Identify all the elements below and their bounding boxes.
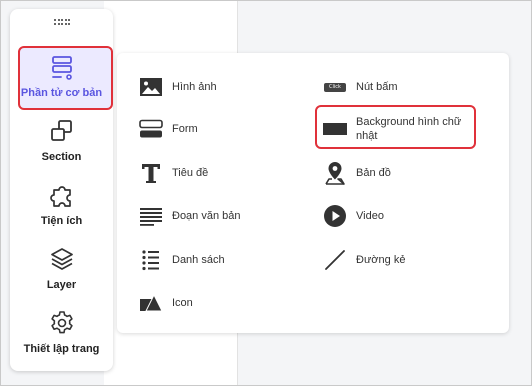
element-label: Đoạn văn bản [172,210,241,222]
basic-elements-icon [51,56,72,80]
element-label: Background hình chữ nhật [356,116,462,142]
element-label: Tiêu đề [172,167,209,179]
sidebar-item-basic-elements[interactable]: Phần tử cơ bản [10,53,113,99]
video-play-icon [323,204,347,228]
sidebar-item-layer[interactable]: Layer [10,245,113,291]
sidebar-item-page-settings[interactable]: Thiết lập trang [10,309,113,355]
element-divider-line[interactable]: Đường kẻ [323,248,405,272]
element-map[interactable]: Bản đồ [323,161,391,185]
title-icon [139,161,163,185]
gear-icon [50,311,73,334]
sidebar: Phần tử cơ bản Section Tiện ích Layer Th… [10,9,113,371]
shapes-icon [139,291,163,315]
image-icon [139,75,163,99]
element-image[interactable]: Hình ảnh [139,75,217,99]
sidebar-item-label: Tiện ích [40,215,83,227]
sidebar-item-label: Thiết lập trang [23,343,100,355]
map-pin-icon [323,161,347,185]
line-icon [323,248,347,272]
element-label: Icon [172,297,193,309]
layers-icon [50,248,73,270]
sidebar-item-label: Phần tử cơ bản [20,87,103,99]
button-icon: Click [323,75,347,99]
list-icon [139,248,163,272]
element-form[interactable]: Form [139,117,198,141]
sidebar-item-label: Layer [46,279,77,291]
element-button[interactable]: Click Nút bấm [323,75,398,99]
element-label: Hình ảnh [172,81,217,93]
element-label: Danh sách [172,254,225,266]
puzzle-icon [49,186,71,207]
rectangle-icon [323,117,347,141]
element-label: Đường kẻ [356,254,406,266]
element-rectangle-background[interactable]: Background hình chữ nhật [323,115,474,143]
sidebar-item-label: Section [41,151,82,163]
button-badge-text: Click [324,82,346,92]
form-icon [139,117,163,141]
element-label: Nút bấm [356,81,398,93]
element-label: Form [172,123,198,135]
element-label: Bản đồ [356,167,391,179]
element-icon[interactable]: Icon [139,291,193,315]
element-label: Video [356,210,384,222]
paragraph-icon [139,204,163,228]
elements-panel: Hình ảnh Form Tiêu đề Đoạn văn bản Danh [117,53,509,333]
element-video[interactable]: Video [323,204,384,228]
drag-handle-icon[interactable] [54,19,70,25]
element-paragraph[interactable]: Đoạn văn bản [139,204,241,228]
element-title[interactable]: Tiêu đề [139,161,208,185]
sidebar-item-utilities[interactable]: Tiện ích [10,181,113,227]
element-list[interactable]: Danh sách [139,248,225,272]
app-frame: Phần tử cơ bản Section Tiện ích Layer Th… [0,0,532,386]
section-icon [50,120,72,141]
sidebar-item-section[interactable]: Section [10,117,113,163]
